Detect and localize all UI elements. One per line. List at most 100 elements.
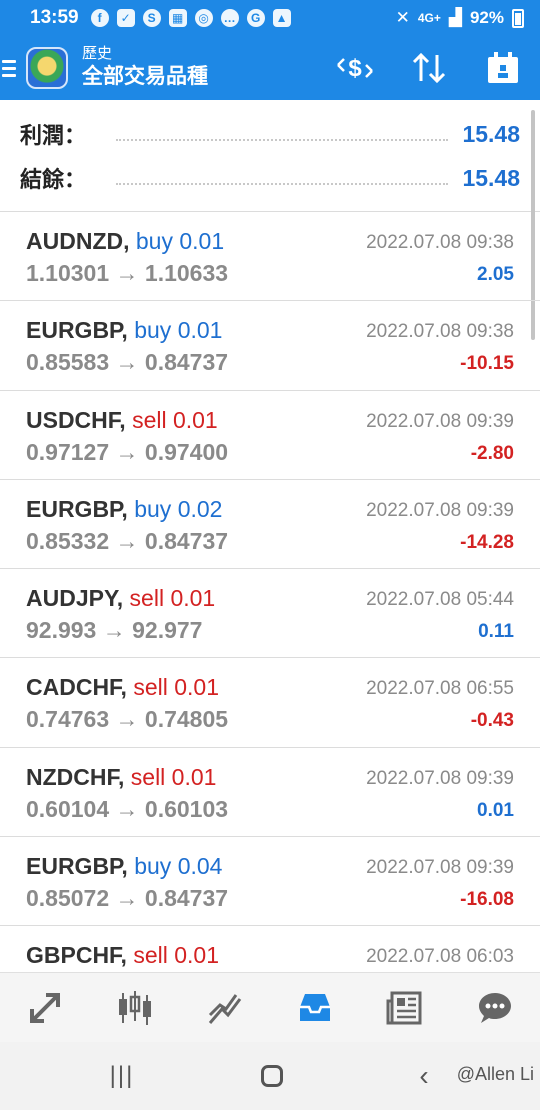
deal-direction: buy 0.01 (135, 228, 225, 254)
deal-symbol: EURGBP, (26, 853, 128, 880)
deal-symbol: GBPCHF, (26, 942, 127, 969)
app-logo[interactable] (26, 47, 68, 89)
sort-button[interactable] (392, 36, 466, 100)
balance-row: 結餘： 15.48 (20, 158, 520, 198)
status-bar: 13:59 f ✓ S ▦ ◎ … G ▲ ✕ 4G+ ▟ 92% (0, 0, 540, 36)
nav-chat[interactable] (450, 973, 540, 1042)
deal-row[interactable]: EURGBP, buy 0.04 0.85072 → 0.84737 2022.… (0, 837, 540, 927)
deal-symbol: AUDJPY, (26, 585, 124, 612)
toolbar-subtitle: 歷史 (82, 45, 113, 62)
battery-percent: 92% (469, 8, 504, 27)
nav-news[interactable] (360, 973, 450, 1042)
deal-profit: -0.43 (470, 710, 514, 732)
toolbar-titles[interactable]: 歷史 全部交易品種 (82, 45, 208, 91)
chat-bubble-icon (479, 992, 511, 1023)
deal-row[interactable]: CADCHF, sell 0.01 0.74763 → 0.74805 2022… (0, 658, 540, 748)
profit-row: 利潤： 15.48 (20, 114, 520, 154)
svg-text:$: $ (348, 55, 362, 82)
signal-icon: ▟ (448, 8, 462, 27)
deal-row[interactable]: USDCHF, sell 0.01 0.97127 → 0.97400 2022… (0, 391, 540, 480)
deal-profit: -16.08 (460, 889, 514, 911)
currency-swap-icon: $ (337, 55, 373, 82)
history-icon (300, 993, 330, 1021)
checkbox-icon: ✓ (116, 9, 135, 27)
balance-value: 15.48 (462, 164, 520, 191)
dotted-leader (116, 183, 449, 185)
deal-profit: 2.05 (477, 264, 514, 285)
deal-prices: 1.10301 → 1.10633 (26, 260, 229, 286)
deal-profit: -2.80 (470, 442, 514, 464)
app-icon: S (142, 9, 161, 27)
deal-prices: 0.74763 → 0.74805 (26, 706, 229, 733)
dotted-leader (116, 139, 449, 141)
home-icon (261, 1065, 283, 1087)
deal-direction: sell 0.01 (129, 585, 216, 612)
recents-button[interactable]: ||| (100, 1056, 144, 1096)
bottom-navigation (0, 972, 540, 1042)
deal-row[interactable]: GBPCHF, sell 0.01 2022.07.08 06:03 (0, 926, 540, 972)
deal-row[interactable]: NZDCHF, sell 0.01 0.60104 → 0.60103 2022… (0, 748, 540, 838)
deal-profit: 0.01 (477, 799, 514, 821)
google-icon: G (246, 9, 265, 27)
deal-symbol: NZDCHF, (26, 763, 125, 790)
deal-prices: 0.97127 → 0.97400 (26, 438, 229, 465)
deal-profit: -10.15 (460, 353, 514, 375)
deal-datetime: 2022.07.08 06:03 (366, 946, 514, 968)
chart-icon (208, 993, 242, 1024)
deal-datetime: 2022.07.08 06:55 (366, 678, 514, 700)
fingerprint-icon: ◎ (194, 9, 213, 27)
currency-swap-button[interactable]: $ (318, 36, 392, 100)
quotes-icon (119, 990, 151, 1025)
deal-direction: sell 0.01 (133, 942, 220, 969)
notification-icons: f ✓ S ▦ ◎ … G ▲ (90, 9, 291, 27)
deal-symbol: AUDNZD, (26, 228, 130, 254)
chat-icon: … (220, 9, 239, 27)
deal-datetime: 2022.07.08 09:38 (366, 321, 514, 343)
deal-row[interactable]: AUDNZD, buy 0.01 1.10301 → 1.10633 2022.… (0, 212, 540, 302)
deal-direction: sell 0.01 (132, 406, 218, 433)
deal-prices: 92.993 → 92.977 (26, 617, 203, 644)
nav-chart[interactable] (180, 973, 270, 1042)
menu-icon[interactable] (2, 59, 16, 77)
trade-icon (30, 992, 60, 1023)
deal-profit: -14.28 (460, 531, 514, 553)
deal-direction: sell 0.01 (133, 674, 220, 701)
deal-symbol: USDCHF, (26, 406, 126, 433)
deal-direction: buy 0.04 (134, 853, 223, 880)
deal-direction: buy 0.02 (134, 495, 223, 522)
nav-quotes[interactable] (90, 973, 180, 1042)
calendar-button[interactable] (466, 36, 540, 100)
network-type: 4G+ (417, 11, 441, 25)
deal-datetime: 2022.07.08 09:38 (366, 232, 514, 253)
deal-symbol: EURGBP, (26, 317, 128, 344)
deal-datetime: 2022.07.08 09:39 (366, 857, 514, 879)
mute-icon: ✕ (395, 8, 410, 27)
calendar-range-icon (488, 52, 518, 83)
deal-row[interactable]: AUDJPY, sell 0.01 92.993 → 92.977 2022.0… (0, 569, 540, 659)
toolbar-title: 全部交易品種 (82, 65, 208, 88)
status-time: 13:59 (30, 7, 79, 28)
deal-datetime: 2022.07.08 09:39 (366, 410, 514, 432)
deal-prices: 0.85072 → 0.84737 (26, 885, 229, 912)
watermark: @Allen Li (456, 1064, 534, 1084)
home-button[interactable] (250, 1056, 294, 1096)
deal-prices: 0.60104 → 0.60103 (26, 795, 229, 822)
calendar-icon: ▦ (168, 9, 187, 27)
battery-icon (512, 8, 524, 28)
gallery-icon: ▲ (272, 9, 291, 27)
news-icon (386, 991, 422, 1024)
deal-datetime: 2022.07.08 09:39 (366, 499, 514, 521)
app-toolbar: 歷史 全部交易品種 $ (0, 36, 540, 100)
system-navigation-bar: ||| ‹ @Allen Li (0, 1042, 540, 1110)
profit-value: 15.48 (462, 120, 520, 147)
nav-trade[interactable] (0, 973, 90, 1042)
back-button[interactable]: ‹ (412, 1056, 436, 1096)
profit-label: 利潤： (20, 123, 87, 148)
nav-history[interactable] (270, 973, 360, 1042)
deal-profit: 0.11 (478, 621, 514, 643)
summary-panel: 利潤： 15.48 結餘： 15.48 (0, 100, 540, 212)
deal-row[interactable]: EURGBP, buy 0.02 0.85332 → 0.84737 2022.… (0, 480, 540, 570)
deal-datetime: 2022.07.08 05:44 (366, 589, 514, 611)
deal-row[interactable]: EURGBP, buy 0.01 0.85583 → 0.84737 2022.… (0, 301, 540, 391)
deals-list: AUDNZD, buy 0.01 1.10301 → 1.10633 2022.… (0, 212, 540, 972)
